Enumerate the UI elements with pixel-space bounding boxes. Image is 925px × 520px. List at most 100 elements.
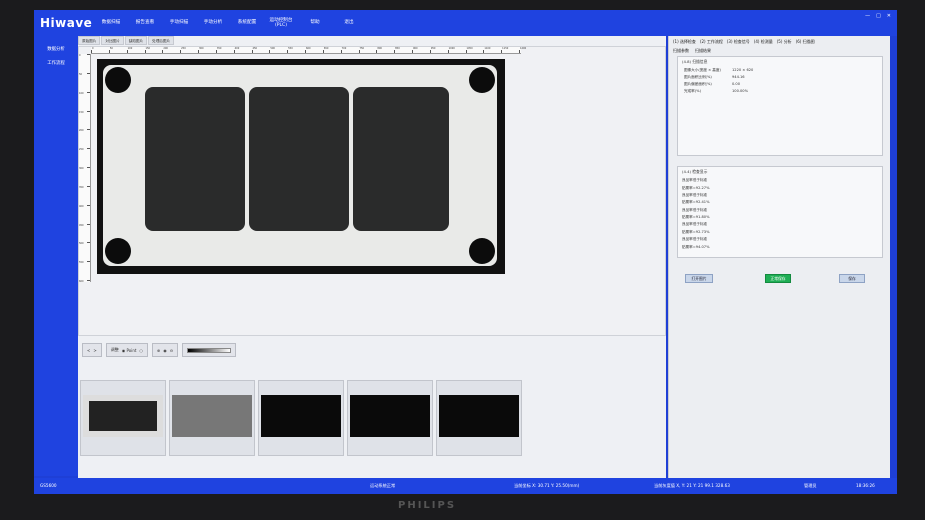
nav-arrows: < > [82,343,102,357]
tab-scan-image[interactable]: (6) 扫描图 [796,39,815,45]
tab-defect-image[interactable]: 缺陷图片 [124,36,148,45]
subtab-scan-params[interactable]: 扫描参数 [673,48,689,54]
result-line: 良品率低于标准 [682,222,708,227]
thumbnail-zone[interactable] [347,380,433,456]
thumbnail-contour[interactable] [258,380,344,456]
ruler-tick [519,50,520,53]
prev-arrow-icon[interactable]: < [87,348,90,353]
thumbnail-defect[interactable] [436,380,522,456]
result-line: 贴覆率=94.07% [682,244,710,249]
ruler-label: 350 [216,47,222,50]
ruler-label: 750 [359,47,365,50]
ruler-tick [465,50,467,53]
ruler-label: 300 [199,47,204,50]
ruler-label: 550 [79,261,84,265]
ruler-tick [394,50,396,53]
ruler-tick [305,50,306,53]
menu-item-help[interactable]: 帮助 [298,20,332,26]
ruler-label: 100 [127,47,133,50]
result-line: 贴覆率=92.41% [682,200,710,205]
zoom-out-icon[interactable]: ⊖ [170,348,173,353]
thumbnail-image [350,395,430,437]
tab-check-signal[interactable]: (3) 检查信号 [727,39,750,45]
status-coords: 当前坐标 X: 30.71 Y: 25.50(mm) [514,483,580,488]
ruler-tick [180,50,182,53]
result-line: 良品率低于标准 [682,237,708,242]
radio-zoom[interactable]: ◉ [163,348,167,353]
tab-select-check[interactable]: (1) 选择检查 [673,39,696,45]
status-user: 管理员 [804,483,817,488]
ruler-tick [87,204,90,206]
ruler-tick [87,129,90,131]
right-tabs: (1) 选择检查 (2) 工作流程 (3) 检查信号 (4) 检测量 (5) 分… [673,39,815,45]
top-menu-bar: Hiwave 数据扫描 报告查看 手动扫描 手动分析 系统配置 运动控制台(PL… [34,10,897,36]
ruler-label: 250 [181,47,186,50]
ok-button[interactable]: 正常保存 [765,274,791,283]
next-arrow-icon[interactable]: > [93,348,96,353]
menu-item-scan[interactable]: 数据扫描 [94,20,128,26]
save-button[interactable]: 保存 [839,274,865,283]
nav-item-workflow[interactable]: 工作流程 [34,56,78,70]
thumbnail-enhanced[interactable] [169,380,255,456]
zoom-group: ⊕ ◉ ⊖ [151,343,179,357]
ruler-label: 50 [79,72,83,76]
info-row: 图片偏差面积(%) 0.00 [684,82,741,86]
results-title: (4.4) 检查显示 [682,169,708,174]
radio-line[interactable]: ○ [139,348,143,353]
close-icon[interactable]: ✕ [887,13,891,19]
zoom-in-icon[interactable]: ⊕ [157,348,160,353]
ruler-tick [108,50,110,53]
open-image-button[interactable]: 打开图片 [685,274,713,283]
screen: Hiwave 数据扫描 报告查看 手动扫描 手动分析 系统配置 运动控制台(PL… [34,10,897,494]
ruler-tick [162,50,164,53]
status-gray: 当前灰度值 X, Y: 21 Y: 21 99.1 328.63 [654,483,730,488]
tab-processed-image[interactable]: 处理后图片 [148,36,175,45]
ruler-tick [87,91,90,93]
ruler-tick [87,280,90,281]
ruler-horizontal: 0 50 100 150 200 250 300 350 400 450 500 550 600 650 7… [91,47,526,54]
ruler-label: 350 [79,185,84,189]
radio-point[interactable]: ◉ Point [122,348,137,353]
tab-compare-image[interactable]: 对比图片 [101,36,124,45]
nav-item-data-analysis[interactable]: 数据分析 [34,42,78,56]
image-viewer[interactable]: 0 50 100 150 200 250 300 350 400 450 500 550 600 650 7… [78,46,666,336]
menu-item-manual-scan[interactable]: 手动扫描 [162,20,196,26]
ruler-tick [358,50,360,53]
thumbnail-original[interactable] [80,380,166,456]
menu-item-manual-analysis[interactable]: 手动分析 [196,20,230,26]
gray-scale-bar[interactable] [182,343,237,357]
tab-original-image[interactable]: 原始图片 [78,36,101,45]
subtab-scan-results[interactable]: 扫描结果 [695,48,711,54]
menu-item-report[interactable]: 报告查看 [128,20,162,26]
ruler-tick [87,54,90,55]
menu-item-exit[interactable]: 退出 [332,20,366,26]
tab-analysis[interactable]: (5) 分析 [777,39,792,45]
ruler-label: 150 [79,110,84,114]
menu-item-system-config[interactable]: 系统配置 [230,20,264,26]
app-logo: Hiwave [40,16,93,30]
maximize-icon[interactable]: □ [876,13,881,19]
tab-workflow[interactable]: (2) 工作流程 [700,39,723,45]
menu-item-motion-control[interactable]: 运动控制台(PLC) [264,18,298,29]
result-line: 贴覆率=91.80% [682,215,710,220]
viewer-toolbar: < > 调整 ◉ Point ○ ⊕ ◉ ⊖ [82,342,512,358]
ruler-tick [376,50,378,53]
mode-label: 调整 [110,347,119,352]
ruler-label: 0 [92,47,94,50]
thumbnail-image [83,395,163,437]
ruler-label: 250 [79,148,84,152]
result-line: 贴覆率=92.27% [682,185,710,190]
scan-image[interactable] [97,59,505,274]
minimize-icon[interactable]: — [865,13,870,19]
results-box: (4.4) 检查显示 良品率低于标准 贴覆率=92.27% 良品率低于标准 贴覆… [677,166,883,258]
ruler-tick [198,50,199,53]
ruler-label: 150 [145,47,151,50]
ruler-tick [87,223,90,225]
monitor-bezel: Hiwave 数据扫描 报告查看 手动扫描 手动分析 系统配置 运动控制台(PL… [0,0,925,520]
corner-hole [105,67,131,93]
status-bar: GS5600 运动系统正常 当前坐标 X: 30.71 Y: 25.50(mm)… [34,478,897,494]
corner-hole [469,67,495,93]
scan-info-title: (4.8) 扫描信息 [682,59,708,64]
ruler-label: 400 [79,204,84,208]
tab-measure[interactable]: (4) 检测量 [754,39,773,45]
